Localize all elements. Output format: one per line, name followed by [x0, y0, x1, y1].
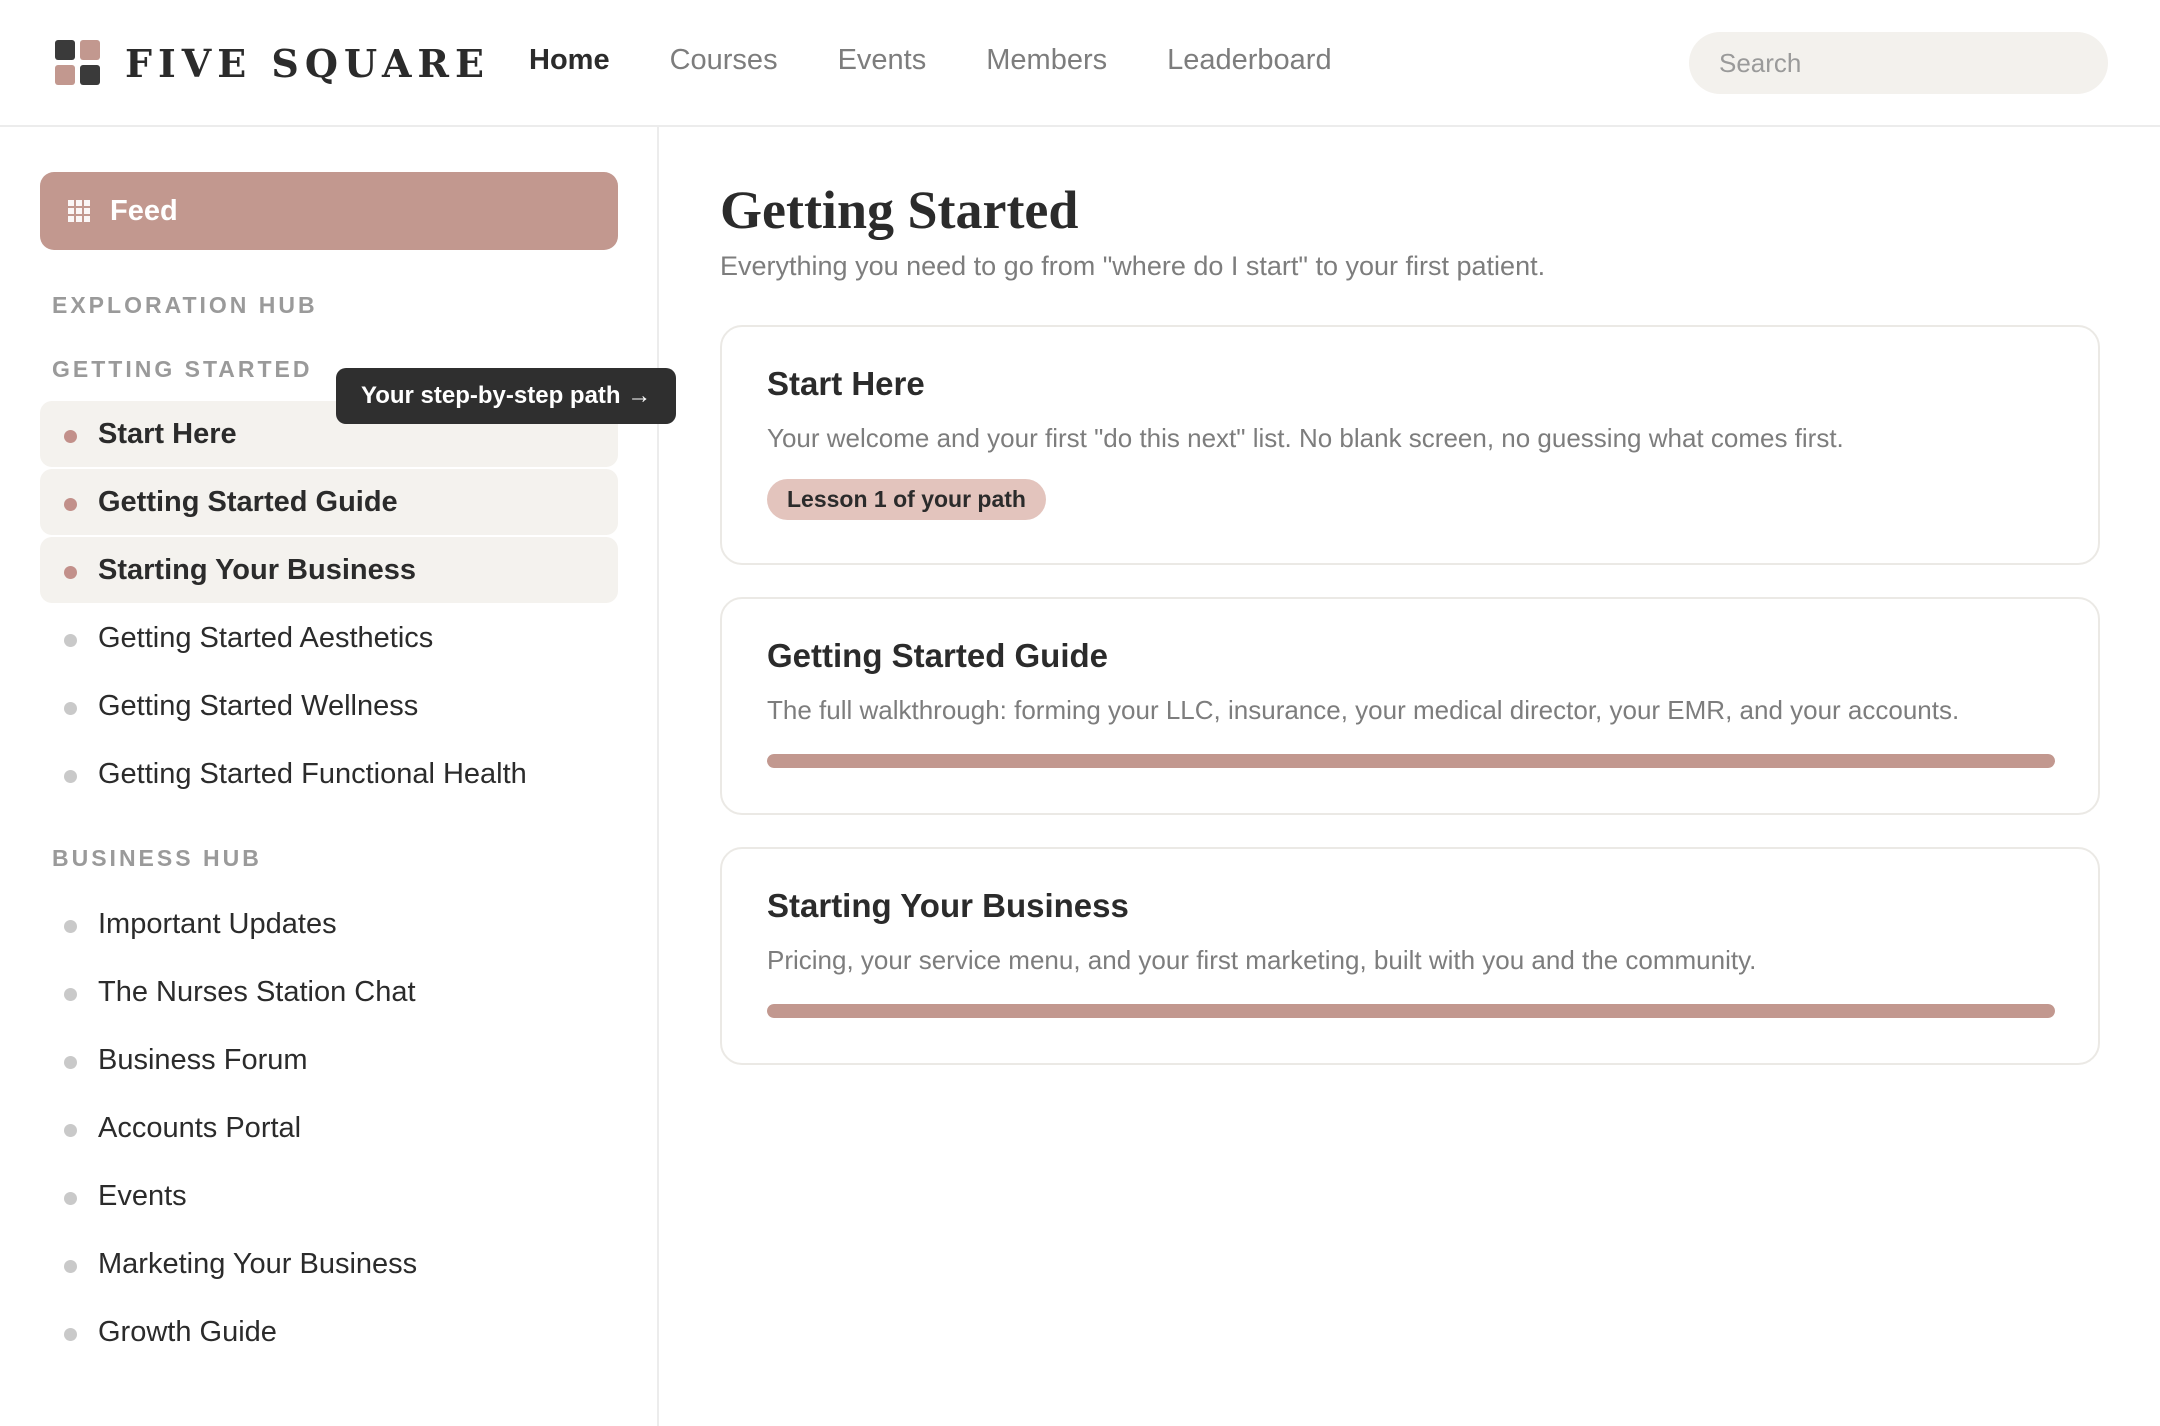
bullet-dot	[64, 1056, 77, 1069]
sidebar-item-label: The Nurses Station Chat	[98, 975, 416, 1008]
sidebar-item-starting-your-business[interactable]: Starting Your Business	[40, 537, 618, 603]
nav-events[interactable]: Events	[838, 44, 927, 77]
top-header: FIVE SQUARE Home Courses Events Members …	[0, 0, 2160, 127]
bullet-dot	[64, 430, 77, 443]
sidebar-item-label: Business Forum	[98, 1043, 308, 1076]
sidebar-item-important-updates[interactable]: Important Updates	[40, 891, 618, 957]
nav-leaderboard[interactable]: Leaderboard	[1167, 44, 1331, 77]
sidebar-item-label: Marketing Your Business	[98, 1247, 418, 1280]
sidebar-item-label: Events	[98, 1179, 187, 1212]
app-window: FIVE SQUARE Home Courses Events Members …	[0, 0, 2160, 1426]
five-square-logo-icon	[55, 40, 101, 86]
sidebar-item-label: Accounts Portal	[98, 1111, 302, 1144]
page-subtitle: Everything you need to go from "where do…	[720, 251, 1546, 281]
bullet-dot	[64, 1260, 77, 1273]
sidebar: Feed EXPLORATION HUB GETTING STARTED Sta…	[0, 127, 659, 1426]
course-card-starting-your-business[interactable]: Starting Your Business Pricing, your ser…	[720, 847, 2100, 1065]
sidebar-item-nurses-station-chat[interactable]: The Nurses Station Chat	[40, 959, 618, 1025]
bullet-dot	[64, 634, 77, 647]
bullet-dot	[64, 770, 77, 783]
sidebar-item-accounts-portal[interactable]: Accounts Portal	[40, 1095, 618, 1161]
bullet-dot	[64, 1124, 77, 1137]
bullet-dot	[64, 920, 77, 933]
card-description: The full walkthrough: forming your LLC, …	[767, 695, 1960, 725]
sidebar-item-label: Getting Started Functional Health	[98, 757, 527, 790]
main-nav: Home Courses Events Members Leaderboard	[529, 44, 1392, 77]
card-title: Start Here	[767, 365, 925, 402]
sidebar-item-getting-started-aesthetics[interactable]: Getting Started Aesthetics	[40, 605, 618, 671]
bullet-dot	[64, 1192, 77, 1205]
sidebar-item-label: Important Updates	[98, 907, 337, 940]
sidebar-item-label: Start Here	[98, 417, 237, 450]
progress-fill	[767, 754, 2055, 768]
feed-label: Feed	[110, 194, 178, 227]
card-description: Pricing, your service menu, and your fir…	[767, 945, 1757, 975]
course-card-start-here[interactable]: Start Here Your welcome and your first "…	[720, 325, 2100, 565]
sidebar-item-growth-guide[interactable]: Growth Guide	[40, 1299, 618, 1365]
course-card-getting-started-guide[interactable]: Getting Started Guide The full walkthrou…	[720, 597, 2100, 815]
bullet-dot	[64, 988, 77, 1001]
brand-logo[interactable]: FIVE SQUARE	[55, 40, 490, 86]
section-label-exploration-hub: EXPLORATION HUB	[52, 292, 318, 318]
nav-members[interactable]: Members	[986, 44, 1107, 77]
bullet-dot	[64, 566, 77, 579]
card-description: Your welcome and your first "do this nex…	[767, 423, 1844, 453]
brand-name: FIVE SQUARE	[125, 40, 490, 86]
progress-bar	[767, 754, 2055, 768]
sidebar-item-business-forum[interactable]: Business Forum	[40, 1027, 618, 1093]
bullet-dot	[64, 1328, 77, 1341]
sidebar-item-label: Growth Guide	[98, 1315, 277, 1348]
card-title: Getting Started Guide	[767, 637, 1109, 674]
sidebar-item-label: Starting Your Business	[98, 553, 416, 586]
sidebar-item-events[interactable]: Events	[40, 1163, 618, 1229]
grid-icon	[68, 200, 90, 222]
bullet-dot	[64, 498, 77, 511]
sidebar-item-label: Getting Started Guide	[98, 485, 398, 518]
card-title: Starting Your Business	[767, 887, 1129, 924]
sidebar-item-getting-started-wellness[interactable]: Getting Started Wellness	[40, 673, 618, 739]
sidebar-item-label: Getting Started Aesthetics	[98, 621, 434, 654]
sidebar-item-getting-started-functional-health[interactable]: Getting Started Functional Health	[40, 741, 618, 807]
section-label-business-hub: BUSINESS HUB	[52, 845, 262, 871]
nav-home[interactable]: Home	[529, 44, 610, 77]
section-label-getting-started: GETTING STARTED	[52, 356, 313, 382]
search-input[interactable]	[1689, 32, 2108, 94]
nav-courses[interactable]: Courses	[670, 44, 778, 77]
lesson-badge: Lesson 1 of your path	[767, 479, 1046, 520]
progress-bar	[767, 1004, 2055, 1018]
sidebar-item-marketing-your-business[interactable]: Marketing Your Business	[40, 1231, 618, 1297]
sidebar-item-label: Getting Started Wellness	[98, 689, 419, 722]
feed-button[interactable]: Feed	[40, 172, 618, 250]
sidebar-item-getting-started-guide[interactable]: Getting Started Guide	[40, 469, 618, 535]
path-tooltip: Your step-by-step path →	[336, 368, 677, 424]
page-title: Getting Started	[720, 180, 1079, 240]
bullet-dot	[64, 702, 77, 715]
progress-fill	[767, 1004, 2055, 1018]
